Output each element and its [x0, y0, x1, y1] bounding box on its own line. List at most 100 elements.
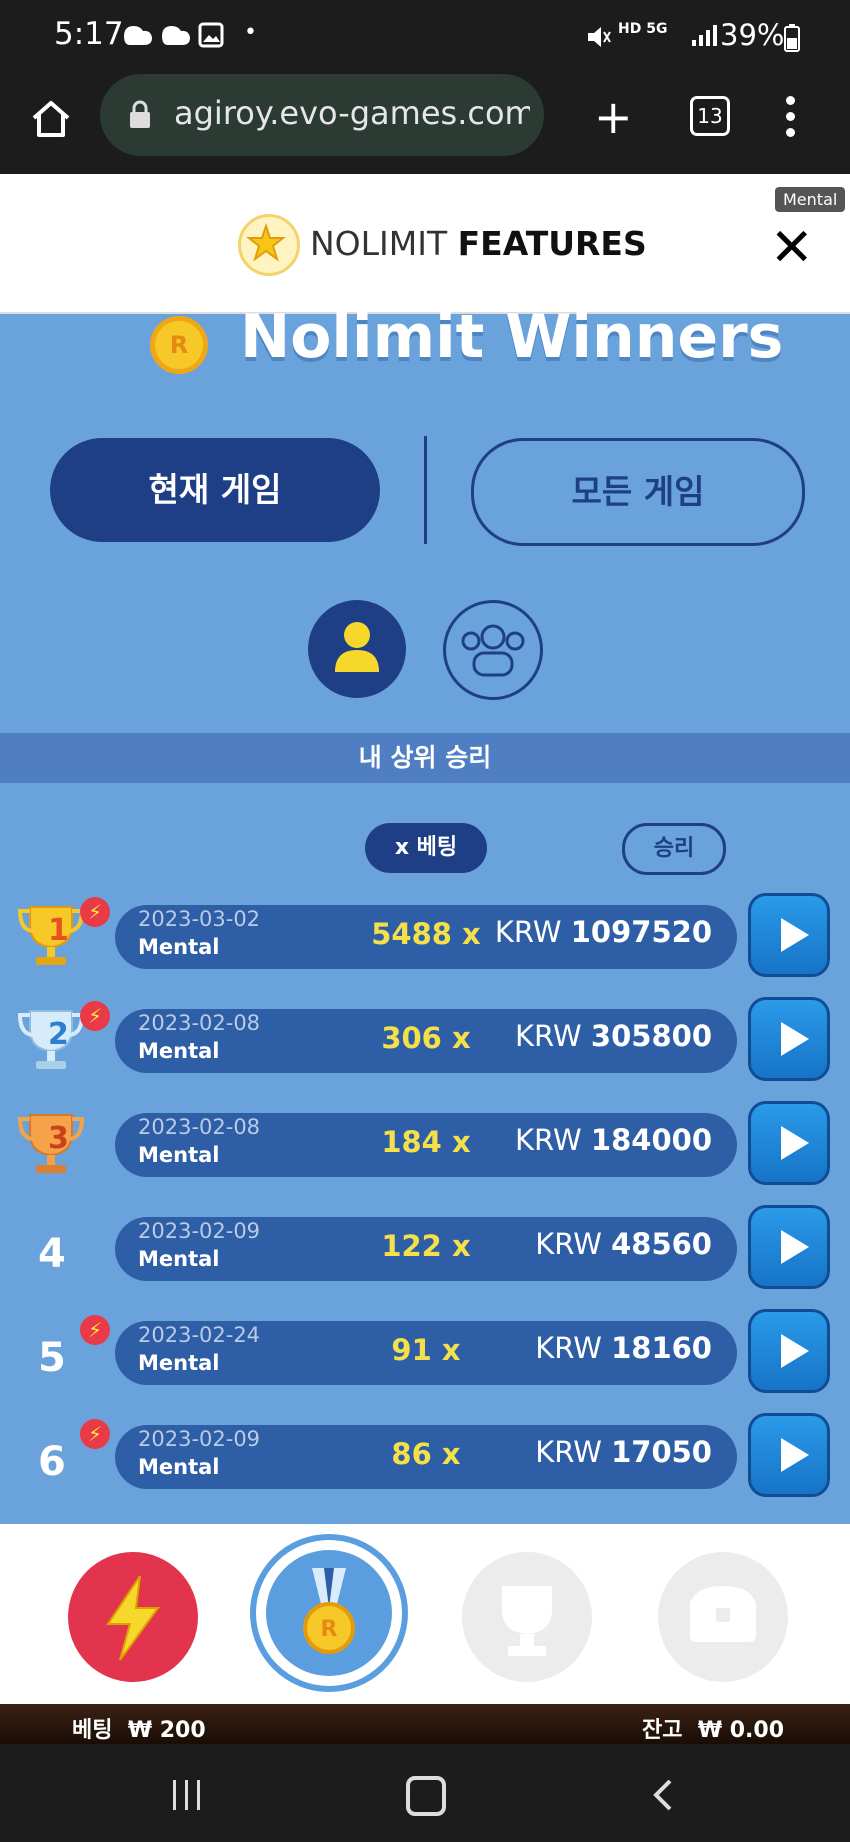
- lightning-badge-icon: ⚡: [80, 1315, 110, 1345]
- win-row: 2 ⚡ 2023-02-08 Mental 306 x KRW 305800: [0, 997, 850, 1093]
- win-game: Mental: [138, 935, 220, 959]
- sort-by-multiplier-button[interactable]: x 베팅: [365, 823, 487, 873]
- win-amount: KRW 17050: [535, 1435, 712, 1469]
- page-title: Nolimit Winners: [240, 302, 784, 372]
- sort-by-win-button[interactable]: 승리: [622, 823, 726, 875]
- replay-button[interactable]: [748, 997, 830, 1081]
- close-icon[interactable]: ✕: [770, 222, 814, 274]
- lightning-badge-icon: ⚡: [80, 1001, 110, 1031]
- new-tab-icon[interactable]: +: [594, 94, 633, 140]
- rank-number: 6: [38, 1439, 66, 1485]
- win-multiplier: 184 x: [381, 1125, 471, 1159]
- win-row: 5 ⚡ 2023-02-24 Mental 91 x KRW 18160: [0, 1309, 850, 1405]
- win-amount: KRW 1097520: [495, 915, 712, 949]
- replay-button[interactable]: [748, 1413, 830, 1497]
- nav-power-button[interactable]: [68, 1552, 198, 1682]
- win-row: 3 2023-02-08 Mental 184 x KRW 184000: [0, 1101, 850, 1197]
- nav-chest-button[interactable]: [658, 1552, 788, 1682]
- win-multiplier: 91 x: [391, 1333, 461, 1367]
- balance-info: 잔고 ₩ 0.00: [642, 1712, 784, 1744]
- notification-icons: •: [118, 20, 257, 57]
- win-multiplier: 306 x: [381, 1021, 471, 1055]
- win-value: 17050: [611, 1435, 712, 1469]
- more-menu-icon[interactable]: [786, 96, 798, 144]
- nav-tournament-button[interactable]: [462, 1552, 592, 1682]
- replay-button[interactable]: [748, 1205, 830, 1289]
- win-date: 2023-02-24: [138, 1323, 261, 1347]
- win-amount: KRW 305800: [515, 1019, 712, 1053]
- balance-label: 잔고: [642, 1718, 683, 1743]
- balance-value: ₩ 0.00: [697, 1718, 785, 1743]
- win-row: 1 ⚡ 2023-03-02 Mental 5488 x KRW 1097520: [0, 893, 850, 989]
- status-time: 5:17: [54, 16, 124, 52]
- svg-text:R: R: [321, 1617, 338, 1642]
- replay-button[interactable]: [748, 893, 830, 977]
- win-date: 2023-02-08: [138, 1011, 261, 1035]
- win-game: Mental: [138, 1143, 220, 1167]
- bet-label: 베팅: [72, 1718, 113, 1743]
- nav-winners-button[interactable]: R: [250, 1534, 408, 1692]
- current-game-button[interactable]: 현재 게임: [50, 438, 380, 542]
- win-amount: KRW 48560: [535, 1227, 712, 1261]
- game-badge: Mental: [775, 187, 846, 212]
- win-game: Mental: [138, 1455, 220, 1479]
- group-icon: [461, 624, 525, 677]
- bet-value: ₩ 200: [127, 1718, 206, 1743]
- win-game: Mental: [138, 1351, 220, 1375]
- brand-name: NOLIMIT FEATURES: [310, 224, 647, 263]
- home-icon[interactable]: [28, 96, 74, 142]
- win-date: 2023-03-02: [138, 907, 261, 931]
- win-currency: KRW: [515, 1123, 582, 1157]
- win-currency: KRW: [535, 1435, 602, 1469]
- star-logo-icon: [238, 214, 300, 276]
- lightning-badge-icon: ⚡: [80, 1419, 110, 1449]
- my-wins-button[interactable]: [308, 600, 406, 698]
- win-game: Mental: [138, 1039, 220, 1063]
- win-currency: KRW: [515, 1019, 582, 1053]
- recent-apps-icon[interactable]: [170, 1778, 204, 1812]
- url-text[interactable]: agiroy.evo-games.com/f: [174, 94, 530, 132]
- win-multiplier: 122 x: [381, 1229, 471, 1263]
- brand-bold: FEATURES: [457, 224, 647, 263]
- medal-icon: R: [150, 316, 208, 374]
- lock-icon: [126, 100, 154, 130]
- toggle-divider: [424, 436, 427, 544]
- balance-bar: 베팅 ₩ 200 잔고 ₩ 0.00: [0, 1704, 850, 1744]
- win-game: Mental: [138, 1247, 220, 1271]
- replay-button[interactable]: [748, 1101, 830, 1185]
- win-date: 2023-02-09: [138, 1427, 261, 1451]
- medal-ribbon-icon: R: [303, 1568, 355, 1654]
- notification-cloud-icon: [124, 22, 224, 48]
- win-date: 2023-02-08: [138, 1115, 261, 1139]
- win-row: 6 ⚡ 2023-02-09 Mental 86 x KRW 17050: [0, 1413, 850, 1509]
- feature-nav: R: [0, 1524, 850, 1704]
- lightning-icon: [106, 1575, 160, 1661]
- mute-icon: [586, 24, 612, 54]
- replay-button[interactable]: [748, 1309, 830, 1393]
- rank-number: 1: [48, 913, 69, 948]
- win-value: 305800: [590, 1019, 712, 1053]
- system-nav-bar: [0, 1744, 850, 1842]
- back-icon[interactable]: [650, 1778, 678, 1812]
- rank-number: 2: [48, 1017, 69, 1052]
- win-currency: KRW: [535, 1331, 602, 1365]
- battery-icon: [784, 24, 800, 56]
- battery-percent: 39%: [720, 18, 785, 52]
- brand-light: NOLIMIT: [310, 224, 448, 263]
- signal-icon: [690, 24, 718, 52]
- win-date: 2023-02-09: [138, 1219, 261, 1243]
- network-type: HD 5G: [618, 21, 668, 37]
- person-icon: [335, 622, 379, 672]
- all-games-button[interactable]: 모든 게임: [471, 438, 805, 546]
- system-home-icon[interactable]: [406, 1776, 446, 1816]
- tab-switcher-button[interactable]: 13: [690, 96, 730, 136]
- win-value: 18160: [611, 1331, 712, 1365]
- win-currency: KRW: [535, 1227, 602, 1261]
- trophy-icon: [502, 1586, 552, 1656]
- all-players-button[interactable]: [443, 600, 543, 700]
- chest-icon: [690, 1586, 756, 1642]
- win-currency: KRW: [494, 915, 562, 949]
- rank-number: 3: [48, 1121, 69, 1156]
- section-title: 내 상위 승리: [0, 733, 850, 783]
- win-value: 48560: [611, 1227, 712, 1261]
